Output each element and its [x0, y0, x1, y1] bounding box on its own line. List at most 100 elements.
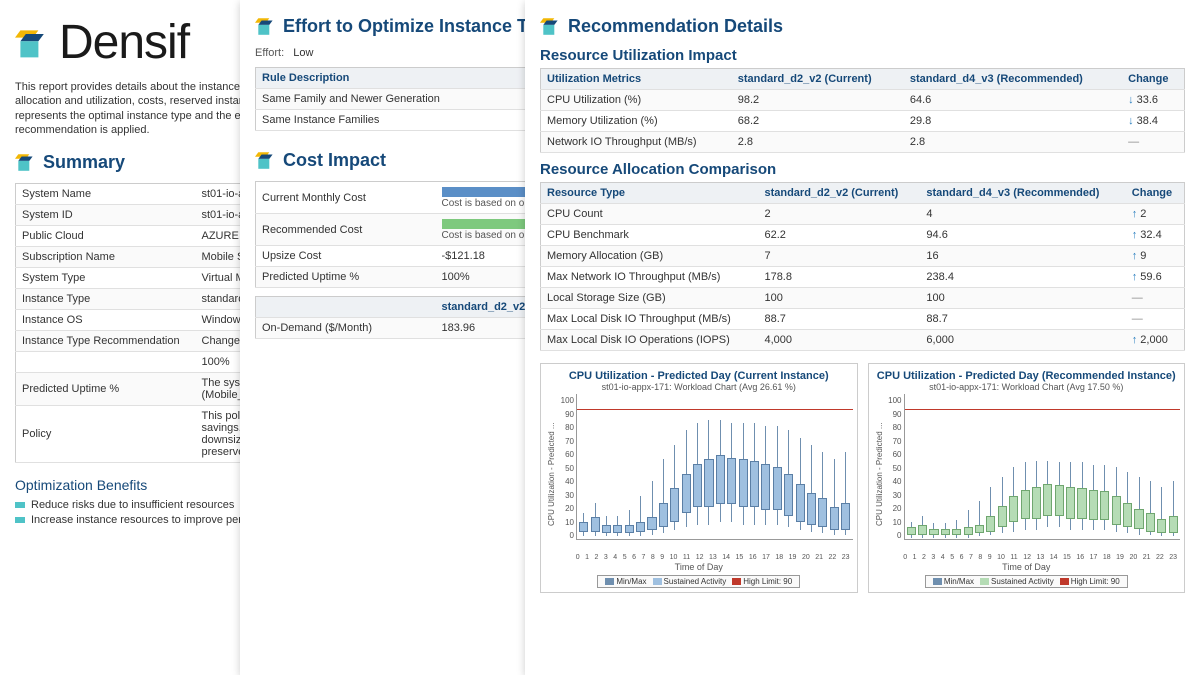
col-header: Utilization Metrics — [541, 69, 732, 90]
box-whisker — [658, 394, 669, 539]
box-whisker — [760, 394, 771, 539]
box-whisker — [1065, 394, 1076, 539]
box-rect — [625, 525, 634, 534]
box-whisker — [917, 394, 928, 539]
cell: 6,000 — [920, 330, 1125, 351]
legend-swatch — [1060, 578, 1069, 585]
cell: 29.8 — [904, 111, 1122, 132]
box-whisker — [806, 394, 817, 539]
legend-swatch — [933, 578, 942, 585]
box-whisker — [726, 394, 737, 539]
box-rect — [579, 522, 588, 532]
report-page-3: Recommendation Details Resource Utilizat… — [525, 0, 1200, 675]
cell: Local Storage Size (GB) — [541, 288, 759, 309]
cell: 2.8 — [732, 132, 904, 153]
impact-table: Utilization Metricsstandard_d2_v2 (Curre… — [540, 68, 1185, 153]
cell: CPU Benchmark — [541, 225, 759, 246]
box-whisker — [635, 394, 646, 539]
box-rect — [1077, 488, 1086, 518]
legend-swatch — [980, 578, 989, 585]
box-rect — [1123, 503, 1132, 528]
box-whisker — [1156, 394, 1167, 539]
bars-container — [905, 394, 1181, 539]
cell: CPU Utilization (%) — [541, 90, 732, 111]
col-header: Change — [1122, 69, 1184, 90]
arrow-up-icon: ↑ — [1132, 208, 1138, 220]
change-cell: ↑59.6 — [1126, 267, 1185, 288]
box-rect — [693, 464, 702, 508]
row-key: Policy — [16, 406, 196, 463]
box-whisker — [715, 394, 726, 539]
chart-title: CPU Utilization - Predicted Day (Current… — [545, 370, 853, 382]
chart-area: CPU Utilization - Predicted ...100908070… — [545, 394, 853, 554]
box-rect — [613, 525, 622, 534]
box-whisker — [589, 394, 600, 539]
box-rect — [929, 529, 938, 535]
box-rect — [773, 467, 782, 511]
box-whisker — [1031, 394, 1042, 539]
chart-legend: Min/MaxSustained ActivityHigh Limit: 90 — [545, 575, 853, 588]
box-whisker — [703, 394, 714, 539]
box-whisker — [906, 394, 917, 539]
box-rect — [1021, 490, 1030, 519]
box-rect — [975, 525, 984, 534]
col-header: Rule Description — [256, 68, 540, 89]
cell: 238.4 — [920, 267, 1125, 288]
change-cell: ↓38.4 — [1122, 111, 1184, 132]
change-cell: — — [1122, 132, 1184, 153]
chart-area: CPU Utilization - Predicted ...100908070… — [873, 394, 1181, 554]
table-row: Memory Utilization (%)68.229.8↓38.4 — [541, 111, 1185, 132]
box-whisker — [601, 394, 612, 539]
box-rect — [807, 493, 816, 525]
cell: Same Family and Newer Generation — [256, 89, 540, 110]
box-whisker — [692, 394, 703, 539]
box-rect — [716, 455, 725, 504]
dash-icon: — — [1132, 313, 1143, 325]
cell: 98.2 — [732, 90, 904, 111]
effort-label: Effort: — [255, 47, 284, 59]
box-rect — [1055, 485, 1064, 515]
cell: Max Local Disk IO Throughput (MB/s) — [541, 309, 759, 330]
cell: 62.2 — [758, 225, 920, 246]
table-row: CPU Utilization (%)98.264.6↓33.6 — [541, 90, 1185, 111]
row-key: Predicted Uptime % — [256, 267, 436, 288]
box-whisker — [1088, 394, 1099, 539]
box-rect — [1089, 490, 1098, 520]
cell: 178.8 — [758, 267, 920, 288]
bullet-icon — [15, 502, 25, 508]
box-rect — [907, 527, 916, 534]
box-rect — [986, 516, 995, 532]
box-whisker — [817, 394, 828, 539]
box-rect — [796, 484, 805, 522]
rec-title: Recommendation Details — [568, 16, 783, 37]
box-rect — [659, 503, 668, 528]
x-ticks: 01234567891011121314151617181920212223 — [573, 554, 853, 561]
row-key: System Type — [16, 268, 196, 289]
dash-icon: — — [1132, 292, 1143, 304]
cell: 16 — [920, 246, 1125, 267]
box-rect — [952, 529, 961, 535]
box-whisker — [1133, 394, 1144, 539]
box-rect — [818, 498, 827, 527]
box-rect — [1169, 516, 1178, 533]
y-axis: 1009080706050403020100 — [886, 394, 904, 554]
table-row: Network IO Throughput (MB/s)2.82.8— — [541, 132, 1185, 153]
change-cell: — — [1126, 309, 1185, 330]
legend-swatch — [732, 578, 741, 585]
box-rect — [1146, 513, 1155, 532]
section-icon — [540, 15, 562, 37]
chart-box: CPU Utilization - Predicted Day (Current… — [540, 363, 858, 593]
box-rect — [602, 525, 611, 534]
box-rect — [727, 458, 736, 504]
y-axis-label: CPU Utilization - Predicted ... — [545, 394, 558, 554]
row-key: Current Monthly Cost — [256, 182, 436, 214]
box-whisker — [646, 394, 657, 539]
box-rect — [1134, 509, 1143, 529]
change-cell: ↑32.4 — [1126, 225, 1185, 246]
chart-box: CPU Utilization - Predicted Day (Recomme… — [868, 363, 1186, 593]
plot-area — [576, 394, 853, 540]
col-header: Resource Type — [541, 183, 759, 204]
cell: 64.6 — [904, 90, 1122, 111]
box-whisker — [772, 394, 783, 539]
cell: 4,000 — [758, 330, 920, 351]
